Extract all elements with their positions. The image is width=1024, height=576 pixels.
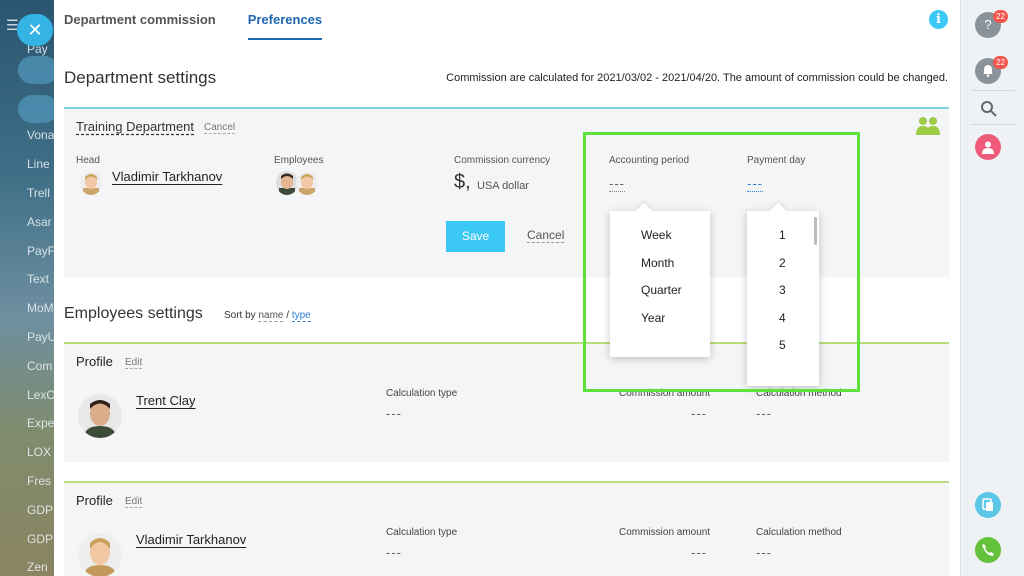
background-app-label: PayU bbox=[27, 330, 54, 344]
divider bbox=[971, 90, 1015, 91]
payment-day-label: Payment day bbox=[747, 155, 806, 166]
background-app-label: MoM bbox=[27, 301, 54, 315]
employee-avatar bbox=[296, 171, 318, 195]
background-app-label: GDP bbox=[27, 503, 54, 517]
period-option-month[interactable]: Month bbox=[641, 256, 674, 270]
sort-separator: / bbox=[286, 310, 290, 321]
calculation-type-label: Calculation type bbox=[386, 527, 458, 538]
employees-settings-title: Employees settings bbox=[64, 305, 203, 322]
employee-avatar bbox=[276, 171, 298, 195]
commission-period-note: Commission are calculated for 2021/03/02… bbox=[446, 72, 948, 84]
currency-label: Commission currency bbox=[454, 155, 551, 166]
background-app-label: LexO bbox=[27, 388, 54, 402]
payday-option[interactable]: 2 bbox=[779, 256, 786, 270]
department-cancel-link[interactable]: Cancel bbox=[204, 122, 236, 134]
right-sidebar: ? 22 22 bbox=[960, 0, 1024, 576]
profile-label: Profile bbox=[76, 493, 113, 508]
edit-profile-link[interactable]: Edit bbox=[125, 496, 143, 508]
background-app-label: Fres bbox=[27, 474, 51, 488]
period-option-year[interactable]: Year bbox=[641, 311, 665, 325]
preferences-panel: Department commission Preferences i Depa… bbox=[54, 0, 960, 576]
accounting-period-dropdown: Week Month Quarter Year bbox=[610, 211, 710, 357]
department-name[interactable]: Training Department bbox=[76, 119, 194, 134]
help-badge: 22 bbox=[993, 10, 1008, 23]
calculation-method-value: --- bbox=[756, 545, 772, 560]
calculation-method-value: --- bbox=[756, 406, 772, 421]
background-app-strip: ☰ Pay Vona Line Trell Asar PayF Text MoM… bbox=[0, 0, 54, 576]
divider bbox=[971, 124, 1015, 125]
dollar-icon: $, bbox=[454, 171, 471, 193]
background-app-label: GDP bbox=[27, 532, 54, 546]
background-app-label: Line bbox=[27, 157, 50, 171]
employee-photo bbox=[78, 394, 122, 438]
commission-amount-label: Commission amount bbox=[619, 527, 711, 538]
employee-card: Profile Edit Vladimir Tarkhanov Calculat… bbox=[64, 481, 949, 576]
sort-controls: Sort by name / type bbox=[224, 310, 311, 322]
group-icon[interactable] bbox=[915, 115, 941, 137]
tab-preferences[interactable]: Preferences bbox=[247, 0, 323, 40]
payday-option[interactable]: 3 bbox=[779, 283, 786, 297]
employees-label: Employees bbox=[274, 155, 324, 166]
accounting-period-label: Accounting period bbox=[609, 155, 690, 166]
payday-option[interactable]: 4 bbox=[779, 311, 786, 325]
tab-bar: Department commission Preferences bbox=[64, 0, 354, 40]
background-pill bbox=[18, 95, 54, 123]
search-icon[interactable] bbox=[980, 100, 998, 118]
commission-amount-label: Commission amount bbox=[619, 388, 711, 399]
close-icon: ✕ bbox=[27, 20, 43, 40]
currency-name: USA dollar bbox=[477, 180, 529, 192]
background-app-label: LOX bbox=[27, 445, 52, 459]
background-app-label: Trell bbox=[27, 186, 50, 200]
info-icon[interactable]: i bbox=[929, 10, 948, 29]
commission-amount-value: --- bbox=[691, 406, 707, 421]
calculation-method-label: Calculation method bbox=[756, 527, 842, 538]
accounting-period-select[interactable]: --- bbox=[609, 176, 625, 192]
head-label: Head bbox=[76, 155, 100, 166]
payment-day-select[interactable]: --- bbox=[747, 176, 763, 192]
head-name-link[interactable]: Vladimir Tarkhanov bbox=[112, 169, 222, 184]
background-app-label: PayF bbox=[27, 244, 54, 258]
head-avatar bbox=[80, 171, 102, 195]
background-pill bbox=[18, 56, 54, 84]
phone-icon[interactable] bbox=[975, 537, 1001, 563]
department-settings-title: Department settings bbox=[64, 68, 217, 87]
period-option-quarter[interactable]: Quarter bbox=[641, 283, 682, 297]
background-app-label: Text bbox=[27, 272, 50, 286]
calculation-type-value: --- bbox=[386, 545, 402, 560]
employee-name-link[interactable]: Trent Clay bbox=[136, 393, 195, 408]
calculation-method-label: Calculation method bbox=[756, 388, 842, 399]
notification-badge: 22 bbox=[993, 56, 1008, 69]
employee-photo bbox=[78, 533, 122, 576]
dropdown-scrollbar[interactable] bbox=[814, 217, 817, 245]
background-app-label: Zen bbox=[27, 560, 48, 574]
background-app-label: Com bbox=[27, 359, 53, 373]
employee-name-link[interactable]: Vladimir Tarkhanov bbox=[136, 532, 246, 547]
sort-prefix: Sort by bbox=[224, 310, 256, 321]
edit-profile-link[interactable]: Edit bbox=[125, 357, 143, 369]
tab-department-commission[interactable]: Department commission bbox=[64, 0, 216, 40]
period-option-week[interactable]: Week bbox=[641, 228, 671, 242]
payday-option[interactable]: 5 bbox=[779, 338, 786, 352]
close-slider-button[interactable]: ✕ bbox=[17, 14, 53, 46]
commission-amount-value: --- bbox=[691, 545, 707, 560]
calculation-type-label: Calculation type bbox=[386, 388, 458, 399]
background-app-label: Asar bbox=[27, 215, 52, 229]
payday-option[interactable]: 1 bbox=[779, 228, 786, 242]
sort-by-name[interactable]: name bbox=[258, 310, 284, 322]
payment-day-dropdown: 1 2 3 4 5 bbox=[747, 211, 819, 386]
save-button[interactable]: Save bbox=[446, 221, 505, 252]
profile-label: Profile bbox=[76, 354, 113, 369]
cancel-button[interactable]: Cancel bbox=[527, 228, 565, 243]
calculation-type-value: --- bbox=[386, 406, 402, 421]
copy-document-icon[interactable] bbox=[975, 492, 1001, 518]
sort-by-type[interactable]: type bbox=[291, 310, 311, 322]
background-app-label: Vona bbox=[27, 128, 54, 142]
background-app-label: Expe bbox=[27, 416, 54, 430]
user-avatar-icon[interactable] bbox=[975, 134, 1001, 160]
